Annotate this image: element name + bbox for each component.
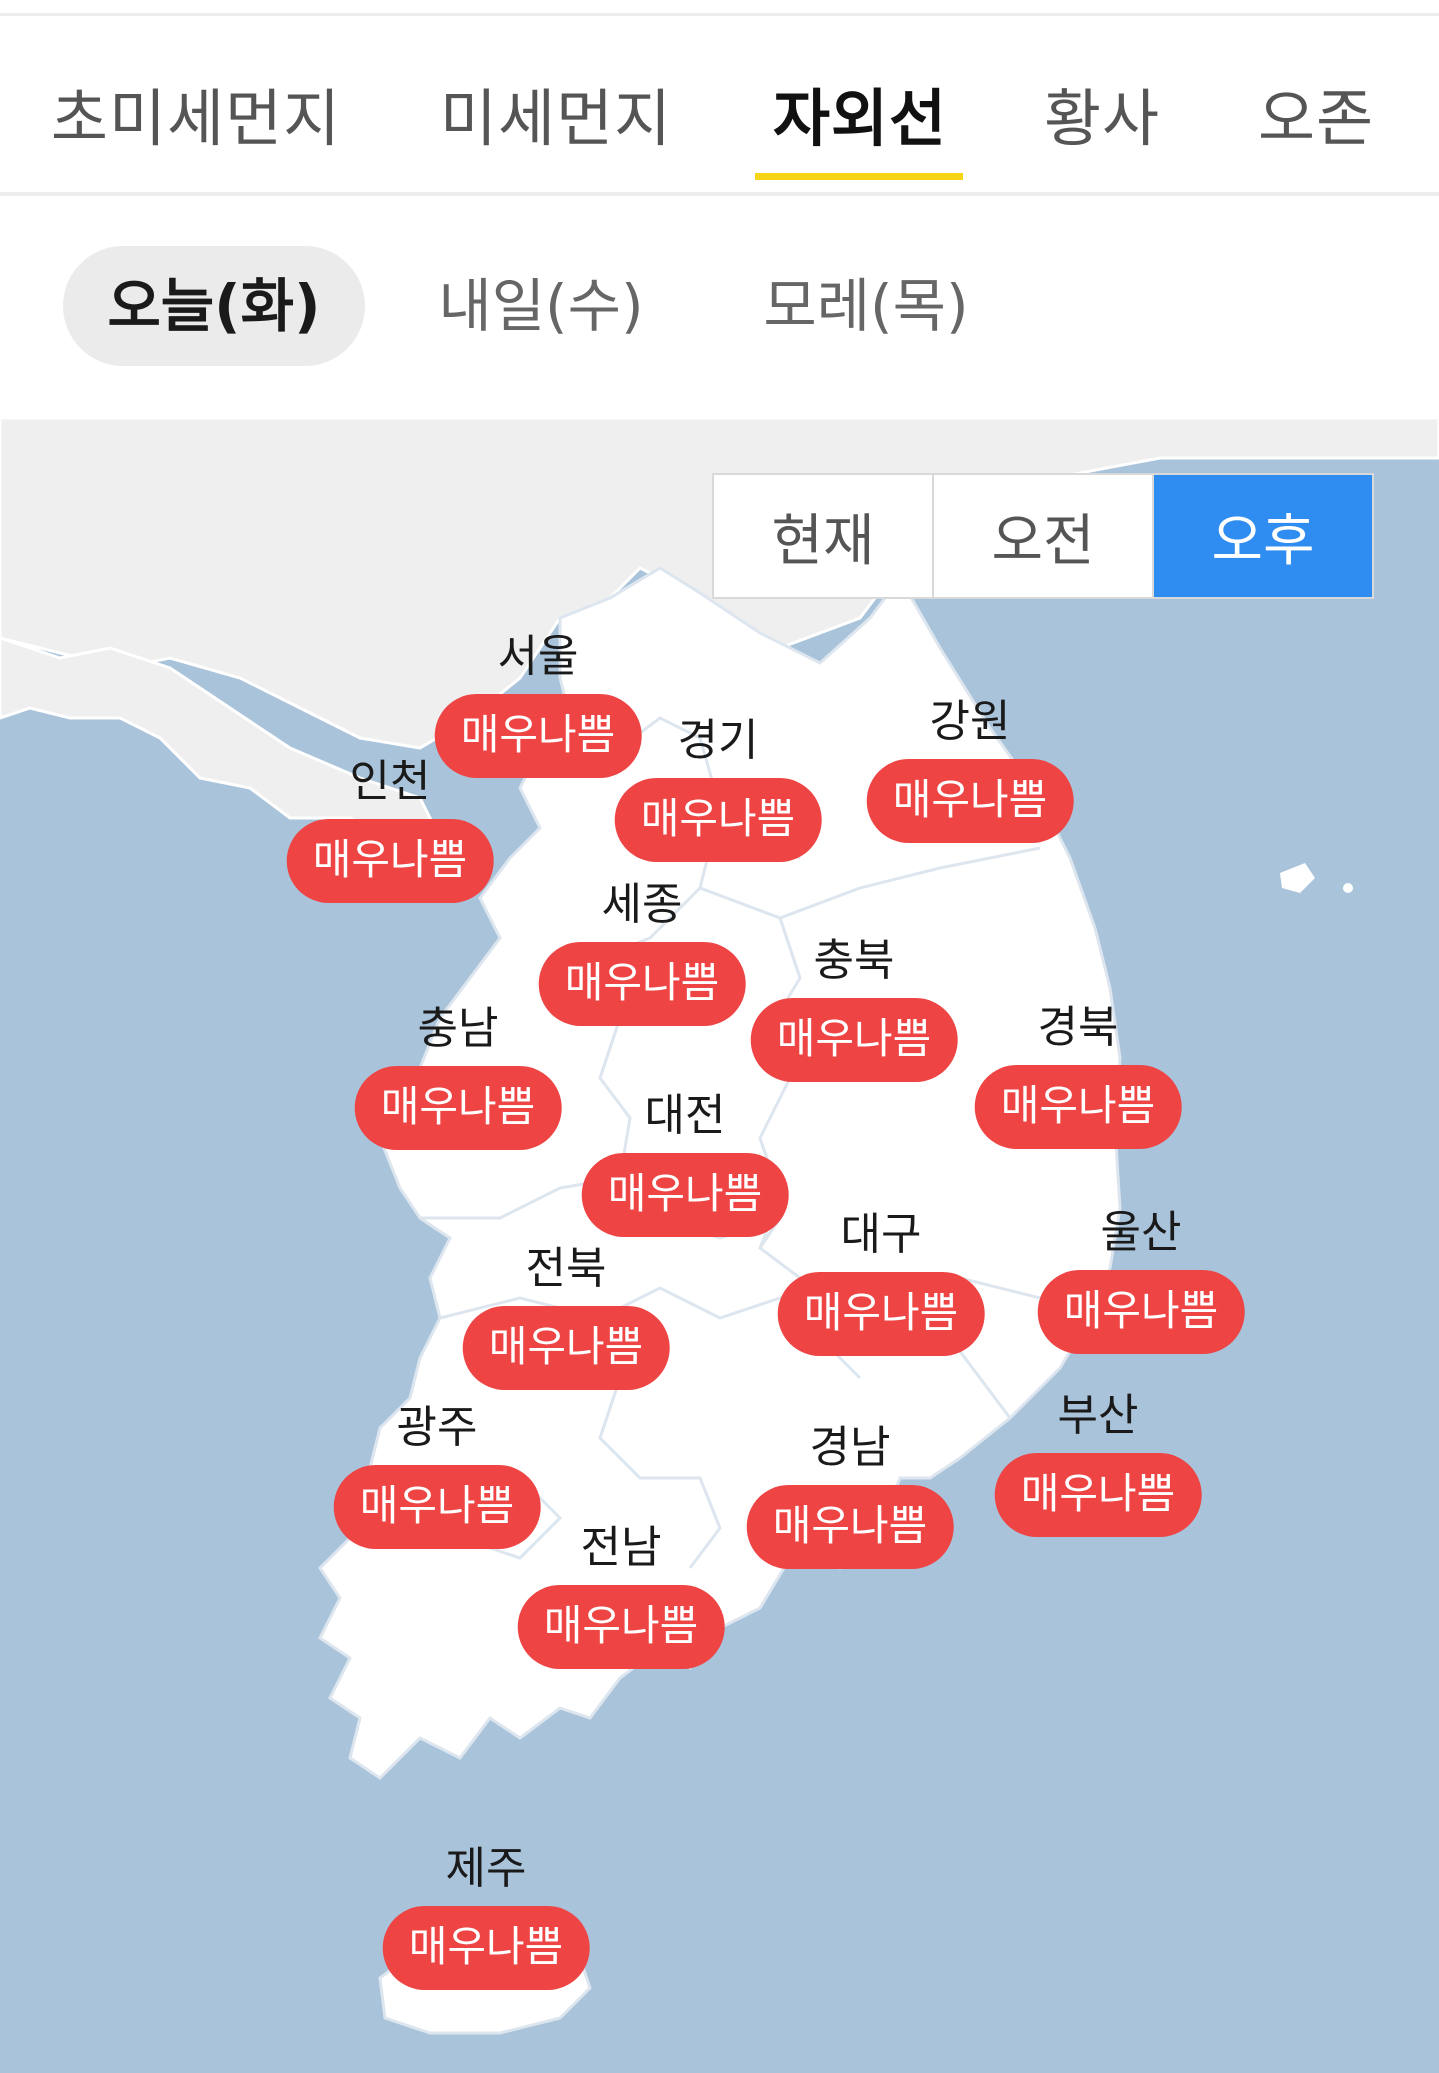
region-gwangju[interactable]: 광주 매우나쁨 (333, 1402, 541, 1549)
region-busan[interactable]: 부산 매우나쁨 (994, 1390, 1202, 1537)
region-daejeon[interactable]: 대전 매우나쁨 (581, 1090, 789, 1237)
region-name: 울산 (1100, 1207, 1182, 1258)
ulleung-island (1280, 863, 1315, 893)
region-name: 전남 (580, 1522, 662, 1573)
region-name: 인천 (349, 756, 431, 807)
region-name: 세종 (601, 879, 683, 930)
pollutant-tab-bar: 초미세먼지 미세먼지 자외선 황사 오존 (0, 16, 1439, 192)
region-incheon[interactable]: 인천 매우나쁨 (286, 756, 494, 903)
region-name: 서울 (497, 631, 579, 682)
time-morning-button[interactable]: 오전 (934, 475, 1154, 597)
uv-level-badge: 매우나쁨 (746, 1485, 954, 1569)
region-name: 부산 (1057, 1390, 1139, 1441)
region-name: 광주 (396, 1402, 478, 1453)
region-name: 경기 (677, 715, 759, 766)
uv-level-badge: 매우나쁨 (517, 1585, 725, 1669)
region-name: 충북 (813, 935, 895, 986)
uv-level-badge: 매우나쁨 (974, 1065, 1182, 1149)
day-tab-day-after[interactable]: 모레(목) (763, 246, 968, 366)
uv-level-badge: 매우나쁨 (750, 998, 958, 1082)
day-tab-bar: 오늘(화) 내일(수) 모레(목) (0, 196, 1439, 418)
tab-yellow-dust[interactable]: 황사 (1044, 68, 1160, 158)
uv-level-badge: 매우나쁨 (333, 1465, 541, 1549)
region-name: 대전 (644, 1090, 726, 1141)
region-jeonbuk[interactable]: 전북 매우나쁨 (462, 1243, 670, 1390)
region-gyeonggi[interactable]: 경기 매우나쁨 (614, 715, 822, 862)
region-chungnam[interactable]: 충남 매우나쁨 (354, 1003, 562, 1150)
region-name: 대구 (840, 1209, 922, 1260)
region-sejong[interactable]: 세종 매우나쁨 (538, 879, 746, 1026)
time-afternoon-button[interactable]: 오후 (1154, 475, 1372, 597)
uv-level-badge: 매우나쁨 (581, 1153, 789, 1237)
region-daegu[interactable]: 대구 매우나쁨 (777, 1209, 985, 1356)
region-gangwon[interactable]: 강원 매우나쁨 (866, 696, 1074, 843)
uv-level-badge: 매우나쁨 (462, 1306, 670, 1390)
region-ulsan[interactable]: 울산 매우나쁨 (1037, 1207, 1245, 1354)
tab-uv[interactable]: 자외선 (773, 68, 947, 158)
uv-level-badge: 매우나쁨 (994, 1453, 1202, 1537)
uv-level-badge: 매우나쁨 (286, 819, 494, 903)
region-gyeongbuk[interactable]: 경북 매우나쁨 (974, 1002, 1182, 1149)
tab-pm25[interactable]: 초미세먼지 (51, 68, 341, 158)
region-chungbuk[interactable]: 충북 매우나쁨 (750, 935, 958, 1082)
region-gyeongnam[interactable]: 경남 매우나쁨 (746, 1422, 954, 1569)
uv-level-badge: 매우나쁨 (1037, 1270, 1245, 1354)
time-now-button[interactable]: 현재 (714, 475, 934, 597)
region-name: 제주 (445, 1843, 527, 1894)
uv-level-badge: 매우나쁨 (777, 1272, 985, 1356)
tab-ozone[interactable]: 오존 (1258, 68, 1374, 158)
uv-level-badge: 매우나쁨 (354, 1066, 562, 1150)
uv-level-badge: 매우나쁨 (866, 759, 1074, 843)
active-tab-indicator (755, 173, 963, 180)
region-name: 강원 (929, 696, 1011, 747)
time-of-day-toggle: 현재 오전 오후 (712, 473, 1374, 599)
region-jeonnam[interactable]: 전남 매우나쁨 (517, 1522, 725, 1669)
dokdo-island (1343, 883, 1353, 893)
day-tab-today[interactable]: 오늘(화) (63, 246, 365, 366)
day-tab-tomorrow[interactable]: 내일(수) (438, 246, 643, 366)
region-name: 경북 (1037, 1002, 1119, 1053)
uv-level-badge: 매우나쁨 (382, 1906, 590, 1990)
region-jeju[interactable]: 제주 매우나쁨 (382, 1843, 590, 1990)
tab-pm10[interactable]: 미세먼지 (440, 68, 672, 158)
region-name: 전북 (525, 1243, 607, 1294)
uv-level-badge: 매우나쁨 (614, 778, 822, 862)
region-name: 충남 (417, 1003, 499, 1054)
region-name: 경남 (809, 1422, 891, 1473)
uv-level-badge: 매우나쁨 (538, 942, 746, 1026)
